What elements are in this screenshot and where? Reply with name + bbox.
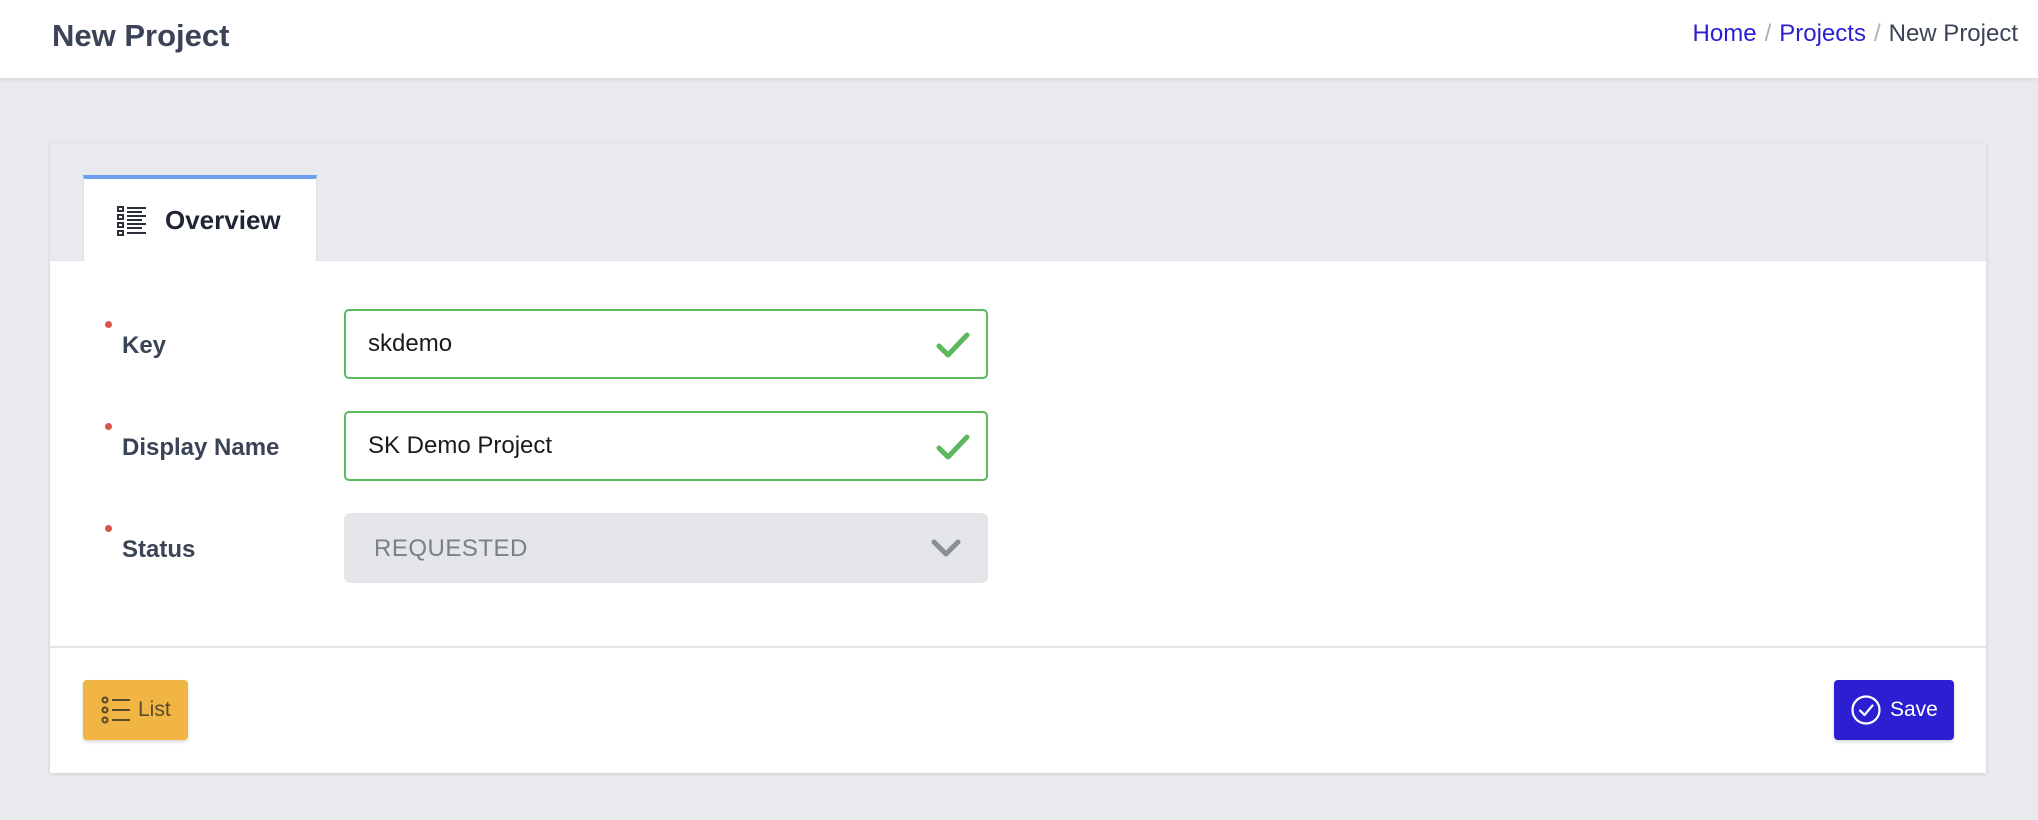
key-field-wrapper (344, 309, 988, 379)
check-circle-icon (1851, 695, 1881, 725)
list-icon (101, 696, 130, 724)
project-form-card: Overview Key Display Name Status REQUEST… (50, 143, 1986, 773)
tab-bar: Overview (50, 143, 1986, 262)
required-indicator (105, 321, 112, 328)
chevron-down-icon (931, 539, 961, 557)
page-title: New Project (52, 18, 230, 53)
display-name-field-wrapper (344, 411, 988, 481)
status-selected-value: REQUESTED (374, 535, 528, 562)
list-button[interactable]: List (83, 680, 188, 740)
form-row-display-name: Display Name (50, 411, 1050, 481)
form-row-status: Status REQUESTED (50, 513, 1050, 583)
key-input[interactable] (368, 311, 908, 377)
save-button-label: Save (1890, 698, 1938, 721)
required-indicator (105, 525, 112, 532)
tab-overview-label: Overview (165, 205, 281, 235)
required-indicator (105, 423, 112, 430)
breadcrumb-separator: / (1873, 20, 1881, 47)
display-name-label: Display Name (122, 434, 280, 461)
status-select[interactable]: REQUESTED (344, 513, 988, 583)
display-name-input[interactable] (368, 413, 908, 479)
top-header: New Project Home / Projects / New Projec… (0, 0, 2038, 78)
breadcrumb-home-link[interactable]: Home (1693, 20, 1757, 48)
breadcrumb-projects-link[interactable]: Projects (1779, 20, 1866, 48)
card-footer: List Save (50, 646, 1986, 773)
save-button[interactable]: Save (1834, 680, 1954, 740)
valid-check-icon (936, 332, 970, 358)
breadcrumb-separator: / (1764, 20, 1772, 47)
tab-overview[interactable]: Overview (83, 175, 317, 262)
valid-check-icon (936, 434, 970, 460)
form-row-key: Key (50, 309, 1050, 379)
list-icon (117, 206, 146, 236)
breadcrumb-current: New Project (1888, 20, 2018, 47)
list-button-label: List (138, 698, 171, 721)
status-label: Status (122, 536, 196, 563)
key-label: Key (122, 332, 167, 359)
breadcrumb: Home / Projects / New Project (1693, 20, 2018, 48)
